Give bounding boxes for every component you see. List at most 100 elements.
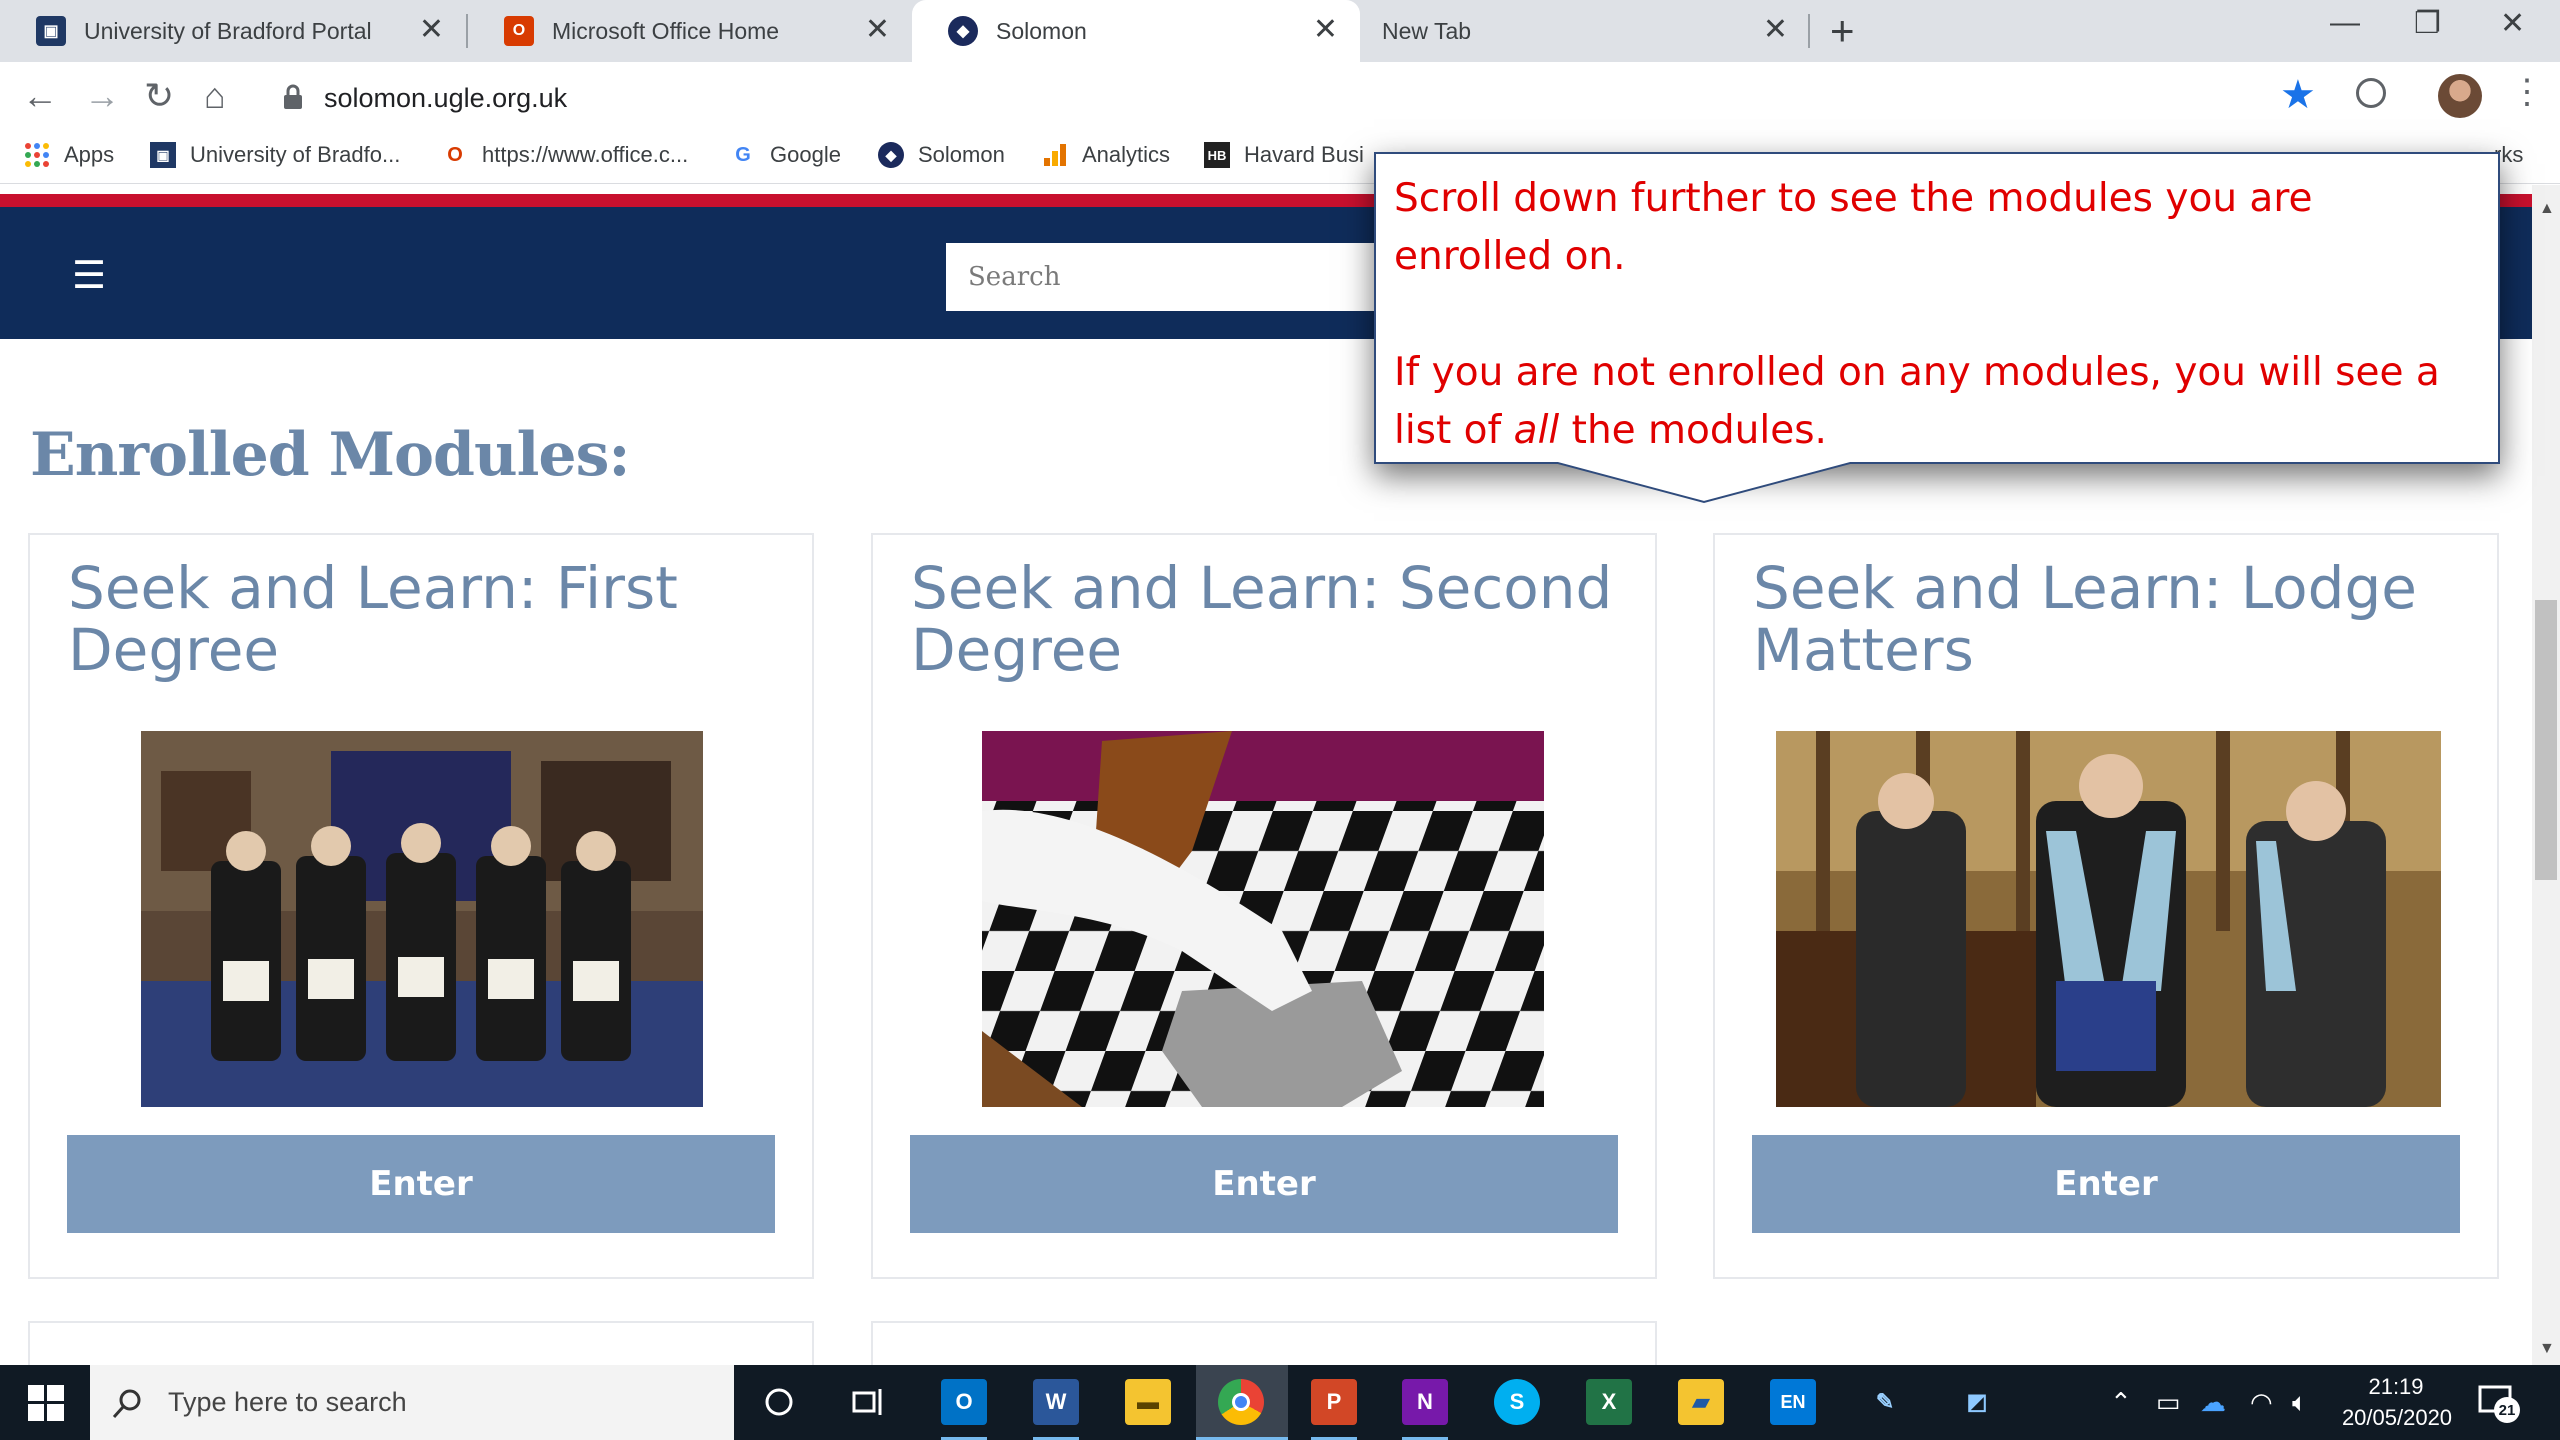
scrollbar-thumb[interactable] [2535,600,2557,880]
volume-icon[interactable]: 🔈︎ [2292,1387,2308,1419]
browser-menu-icon[interactable]: ⋮ [2510,72,2544,112]
analytics-icon [1042,142,1068,168]
new-tab-button[interactable]: + [1830,8,1855,54]
tab-title: Microsoft Office Home [552,17,780,44]
callout-line-2-end: the modules. [1559,408,1827,453]
bookmark-label: Apps [64,142,115,167]
paint-icon[interactable]: ✎ [1862,1379,1908,1425]
windows-start-icon[interactable] [28,1385,64,1421]
bookmark-analytics[interactable]: Analytics [1042,142,1170,168]
google-icon: G [735,143,751,166]
profile-avatar[interactable] [2438,74,2482,118]
callout-emphasis: all [1513,408,1560,453]
forward-arrow-icon[interactable]: → [84,76,120,116]
tab-close-icon[interactable]: ✕ [1313,14,1338,46]
tab-university-of-bradford-portal[interactable]: ▣ University of Bradford Portal ✕ [0,0,466,62]
notification-count-badge: 21 [2494,1397,2520,1423]
bookmark-harvard-business[interactable]: HB Havard Busi [1204,142,1364,168]
bookmark-solomon[interactable]: ◆ Solomon [878,142,1005,168]
hamburger-menu-icon[interactable]: ☰ [72,253,106,298]
sticky-notes-icon[interactable]: ▰ [1678,1379,1724,1425]
office-favicon-icon: O [504,16,534,46]
module-card-lodge-matters: Seek and Learn: Lodge Matters Enter [1713,533,2499,1279]
bookmark-label: Havard Busi [1244,142,1364,167]
close-window-button[interactable]: ✕ [2500,6,2525,41]
clock-date[interactable]: 20/05/2020 [2332,1405,2462,1431]
extension-icon[interactable] [2356,78,2386,108]
callout-pointer [1554,462,1854,504]
show-hidden-icons-chevron-icon[interactable]: ⌃ [2110,1387,2132,1418]
clock-time[interactable]: 21:19 [2366,1374,2426,1400]
bookmark-label: https://www.office.c... [482,142,689,167]
tab-title: Solomon [996,17,1087,44]
browser-tab-strip: ▣ University of Bradford Portal ✕ O Micr… [0,0,2560,62]
bookmark-apps[interactable]: Apps [24,142,114,168]
tab-solomon[interactable]: ◆ Solomon ✕ [912,0,1360,62]
browser-toolbar: ← → ↻ ⌂ solomon.ugle.org.uk ★ ⋮ [0,62,2560,134]
skype-icon[interactable]: S [1494,1379,1540,1425]
bookmark-star-icon[interactable]: ★ [2280,72,2316,118]
tab-microsoft-office-home[interactable]: O Microsoft Office Home ✕ [468,0,912,62]
wifi-icon[interactable]: ◠ [2250,1387,2273,1418]
windows-taskbar: Type here to search O W ▬ P N S X ▰ EN ✎… [0,1365,2560,1440]
bookmark-label: University of Bradfo... [190,142,401,167]
taskbar-search-box[interactable]: Type here to search [90,1365,734,1440]
taskbar-search-placeholder: Type here to search [168,1387,407,1417]
office-icon: O [447,143,463,166]
onenote-icon[interactable]: N [1402,1379,1448,1425]
task-view-icon[interactable] [846,1379,892,1425]
snipping-tool-icon[interactable]: ◩ [1954,1379,2000,1425]
instruction-callout: Scroll down further to see the modules y… [1374,152,2500,464]
enrolled-modules-heading: Enrolled Modules: [30,420,630,490]
search-icon [112,1389,141,1418]
solomon-favicon-icon: ◆ [948,16,978,46]
hbr-icon: HB [1204,142,1230,168]
word-icon[interactable]: W [1033,1379,1079,1425]
back-arrow-icon[interactable]: ← [22,76,58,116]
module-title: Seek and Learn: First Degree [68,554,678,684]
module-card-second-degree: Seek and Learn: Second Degree Enter [871,533,1657,1279]
bookmark-label: Google [770,142,841,167]
tab-close-icon[interactable]: ✕ [865,14,890,46]
home-icon[interactable]: ⌂ [204,76,226,116]
onedrive-cloud-icon[interactable]: ☁ [2200,1387,2226,1418]
module-card-first-degree: Seek and Learn: First Degree Enter [28,533,814,1279]
module-image-gavel-and-stone [982,731,1544,1107]
cortana-icon[interactable] [756,1379,802,1425]
tab-close-icon[interactable]: ✕ [1763,14,1788,46]
excel-icon[interactable]: X [1586,1379,1632,1425]
bookmark-google[interactable]: G Google [730,142,841,168]
file-explorer-icon[interactable]: ▬ [1125,1379,1171,1425]
module-image-lodge-group [141,731,703,1107]
bookmark-label: Solomon [918,142,1005,167]
tab-new-tab[interactable]: New Tab ✕ [1362,0,1810,62]
enter-module-button[interactable]: Enter [67,1135,775,1233]
enter-module-button[interactable]: Enter [910,1135,1618,1233]
module-card-partial [871,1321,1657,1365]
scroll-down-arrow-icon[interactable]: ▼ [2539,1340,2555,1358]
reload-icon[interactable]: ↻ [144,76,174,116]
scroll-up-arrow-icon[interactable]: ▲ [2539,200,2555,218]
powerpoint-icon[interactable]: P [1311,1379,1357,1425]
module-title: Seek and Learn: Second Degree [911,554,1613,684]
module-title: Seek and Learn: Lodge Matters [1753,554,2417,684]
address-bar[interactable]: solomon.ugle.org.uk [262,69,2272,127]
tab-close-icon[interactable]: ✕ [419,14,444,46]
action-center-notification-icon[interactable]: 21 [2478,1385,2520,1423]
module-card-partial [28,1321,814,1365]
bookmark-office[interactable]: O https://www.office.c... [442,142,688,168]
restore-window-button[interactable]: ❐ [2414,6,2441,41]
language-app-icon[interactable]: EN [1770,1379,1816,1425]
tab-title: University of Bradford Portal [84,17,372,44]
chrome-icon[interactable] [1218,1379,1264,1425]
minimize-window-button[interactable]: — [2330,6,2360,40]
bradford-favicon-icon: ▣ [36,16,66,46]
module-image-lodge-meeting [1776,731,2441,1107]
tab-separator [1808,14,1810,48]
enter-module-button[interactable]: Enter [1752,1135,2460,1233]
bookmark-university-of-bradford[interactable]: ▣ University of Bradfo... [150,142,400,168]
bookmark-label: Analytics [1082,142,1171,167]
outlook-icon[interactable]: O [941,1379,987,1425]
callout-line-1: Scroll down further to see the modules y… [1394,176,2313,279]
battery-icon[interactable]: ▭ [2156,1387,2181,1418]
